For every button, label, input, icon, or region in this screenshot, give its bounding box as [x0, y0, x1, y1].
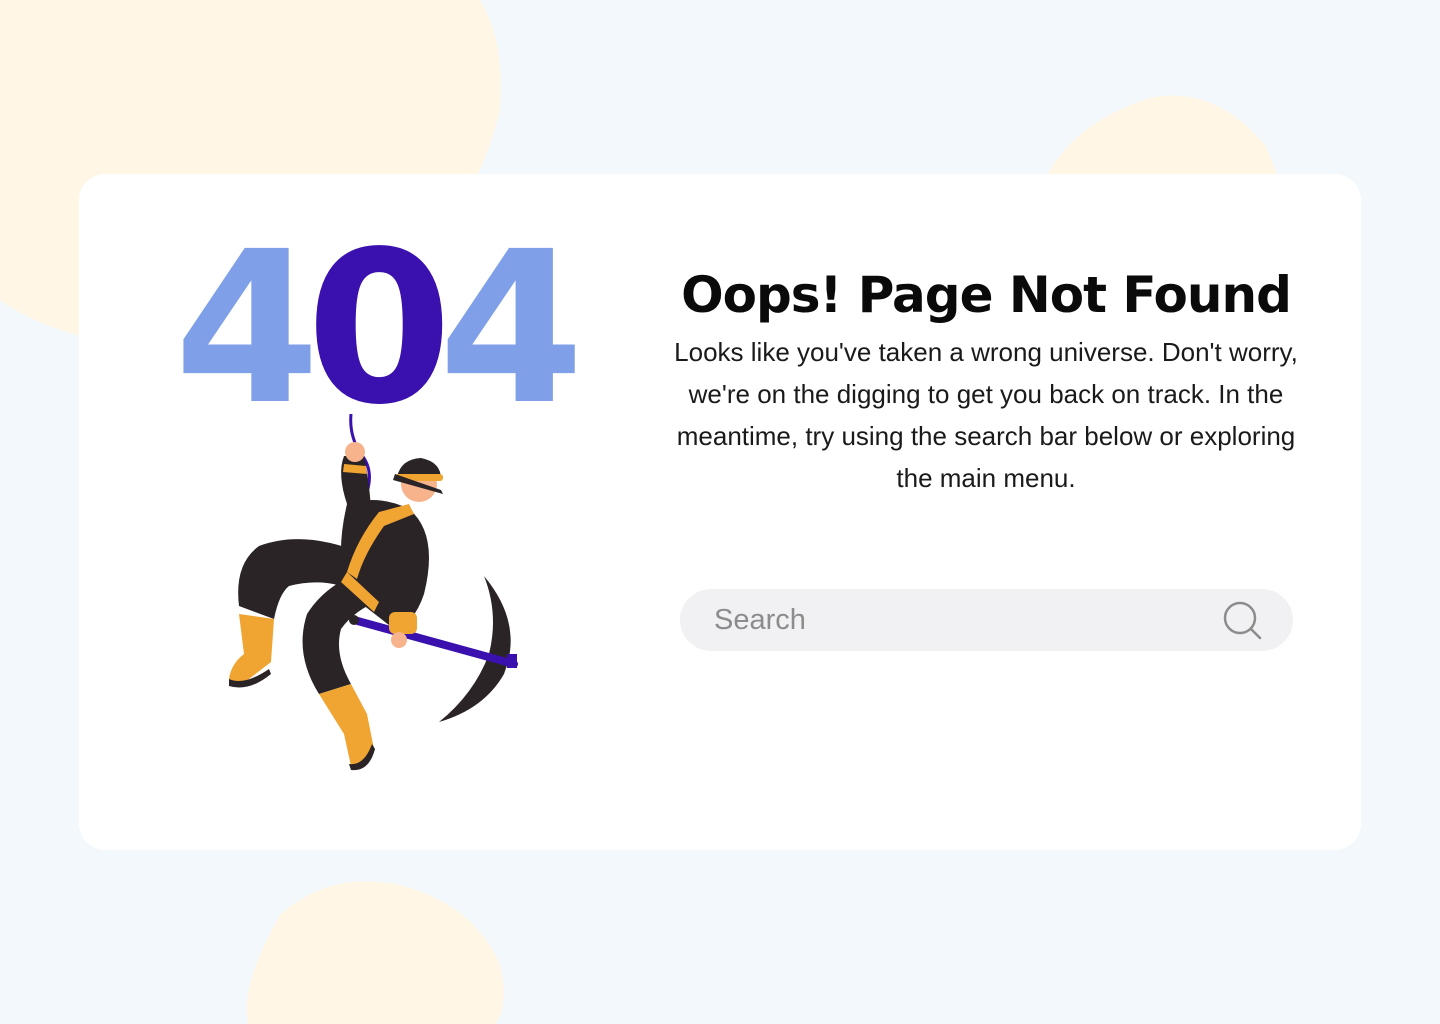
not-found-card: 4 0 4 Oops! Page Not Found Looks like yo…	[79, 174, 1361, 850]
error-code: 4 0 4	[174, 206, 584, 451]
search-bar	[680, 589, 1293, 651]
search-icon[interactable]	[1222, 600, 1264, 642]
error-digit-last: 4	[438, 206, 584, 451]
error-digit-first: 4	[174, 206, 320, 451]
background-blob-bottom	[246, 881, 504, 1024]
page-title: Oops! Page Not Found	[681, 266, 1292, 324]
search-input[interactable]	[714, 589, 1204, 651]
error-description: Looks like you've taken a wrong universe…	[674, 337, 1298, 493]
error-digit-middle: 0	[306, 206, 452, 451]
